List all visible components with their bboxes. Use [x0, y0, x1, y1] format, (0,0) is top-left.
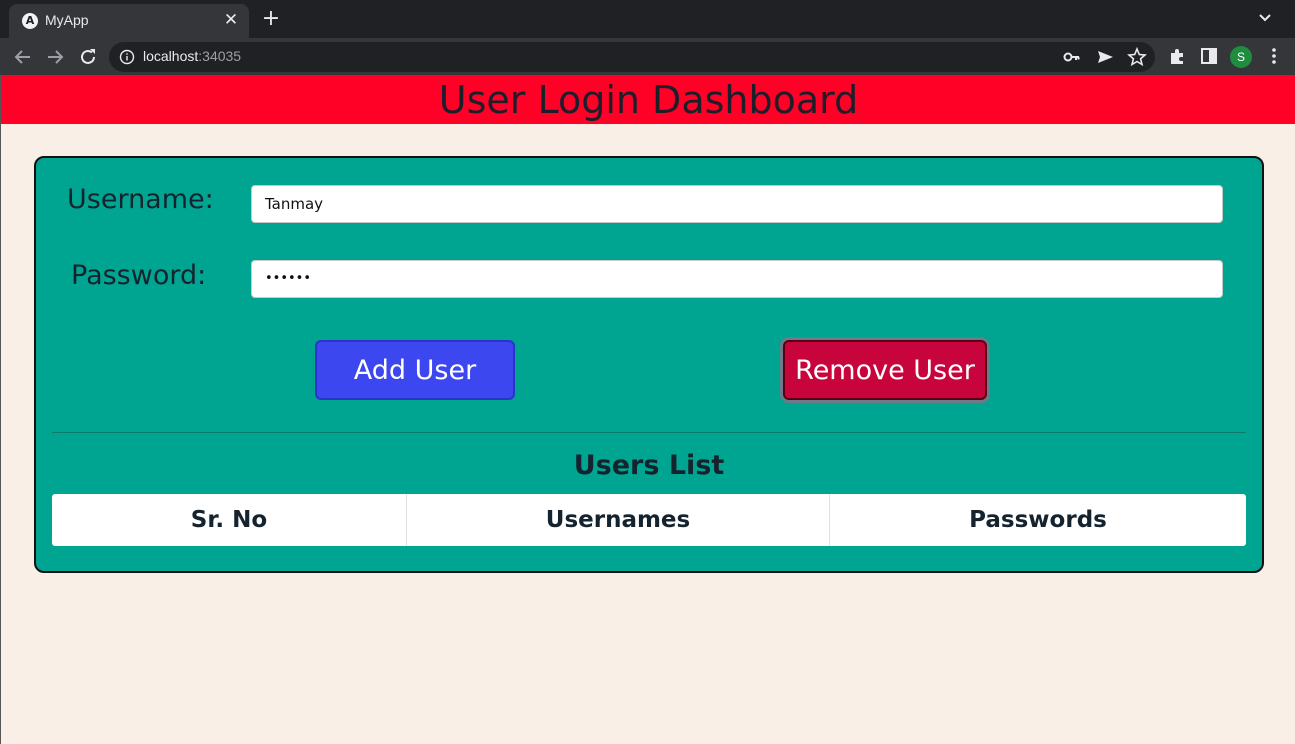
login-card: Username: Tanmay Password: •••••• Add Us…	[34, 156, 1264, 573]
extensions-puzzle-icon[interactable]	[1166, 45, 1188, 67]
divider	[52, 432, 1246, 433]
url-port: :34035	[198, 48, 242, 64]
site-info-icon[interactable]	[119, 49, 135, 65]
back-arrow-icon[interactable]	[10, 44, 36, 70]
page-body: User Login Dashboard Username: Tanmay Pa…	[0, 75, 1295, 744]
kebab-menu-icon[interactable]	[1263, 45, 1285, 67]
tab-close-icon[interactable]: ✕	[221, 10, 241, 30]
new-tab-button[interactable]: +	[259, 8, 283, 32]
column-header-passwords: Passwords	[969, 507, 1107, 533]
url-host: localhost	[143, 48, 199, 64]
username-label: Username:	[67, 184, 214, 215]
forward-arrow-icon[interactable]	[42, 44, 68, 70]
angular-favicon-icon: A	[22, 13, 38, 29]
url-text[interactable]: localhost:34035	[143, 48, 241, 64]
password-label: Password:	[71, 260, 207, 291]
add-user-button[interactable]: Add User	[315, 340, 515, 400]
tab-search-chevron-icon[interactable]	[1255, 8, 1275, 28]
column-header-sr-no: Sr. No	[52, 494, 407, 546]
send-icon[interactable]	[1094, 46, 1116, 68]
side-panel-icon[interactable]	[1198, 45, 1220, 67]
users-table: Sr. No Usernames Passwords	[52, 494, 1246, 546]
page-title: User Login Dashboard	[438, 78, 859, 122]
browser-tab[interactable]: A MyApp ✕	[9, 4, 249, 38]
browser-toolbar: localhost:34035	[0, 38, 1295, 75]
users-list-title: Users List	[573, 450, 725, 481]
profile-avatar[interactable]: S	[1230, 46, 1252, 68]
browser-tab-bar: A MyApp ✕ +	[0, 0, 1295, 38]
key-icon[interactable]	[1061, 46, 1083, 68]
page-header: User Login Dashboard	[1, 75, 1295, 124]
tab-title: MyApp	[45, 12, 89, 28]
reload-icon[interactable]	[75, 44, 101, 70]
address-bar[interactable]: localhost:34035	[109, 42, 1155, 72]
remove-user-button[interactable]: Remove User	[783, 340, 987, 400]
bookmark-star-icon[interactable]	[1126, 46, 1148, 68]
username-input[interactable]: Tanmay	[251, 185, 1223, 223]
column-header-usernames: Usernames	[407, 494, 830, 546]
password-input[interactable]: ••••••	[251, 260, 1223, 298]
